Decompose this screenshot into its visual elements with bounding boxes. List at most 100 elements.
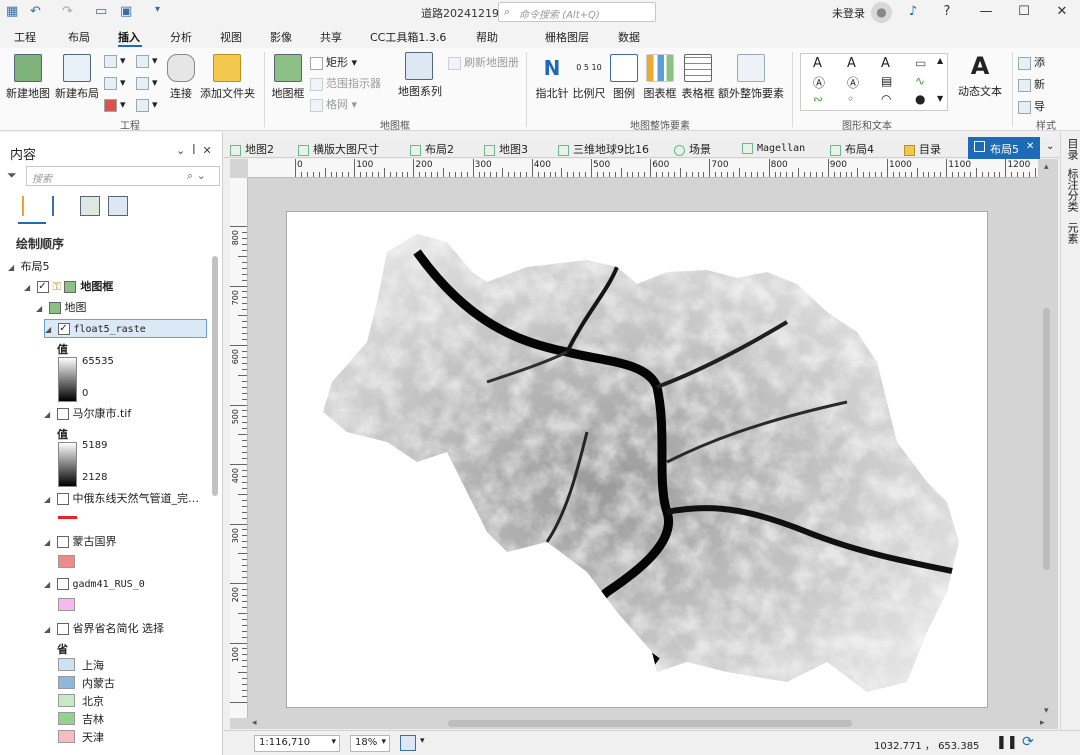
chart-frame-button[interactable]: 图表框	[642, 54, 678, 101]
save-icon[interactable]: ▣	[120, 4, 132, 19]
extent-indicator-button[interactable]: 范围指示器	[310, 75, 381, 91]
user-avatar-icon[interactable]: ●	[871, 2, 892, 23]
command-search-input[interactable]: ⌕ 命令搜索 (Alt+Q)	[498, 2, 656, 22]
doc-tab-landscape-size[interactable]: 横版大图尺寸	[298, 141, 379, 157]
legend-button[interactable]: 图例	[610, 54, 638, 101]
rectangle-graphic-icon[interactable]: ▭	[915, 56, 926, 70]
toolbox-button[interactable]: ▾	[104, 76, 126, 90]
scale-bar-button[interactable]: 0 5 10 比例尺	[572, 54, 606, 101]
layer-visibility-checkbox[interactable]	[56, 536, 69, 548]
notification-bell-icon[interactable]: ♪	[901, 2, 925, 22]
refresh-map-series-button[interactable]: 刷新地图册	[448, 54, 519, 70]
filter-icon[interactable]: ⏷	[7, 168, 17, 183]
doc-tab-globe-9x16[interactable]: 三维地球9比16	[558, 141, 649, 157]
contents-scrollbar[interactable]	[212, 256, 218, 496]
wave-graphic-icon[interactable]: ∾	[813, 92, 823, 106]
dock-tab-label-classes[interactable]: 标注分类	[1064, 168, 1080, 212]
tab-imagery[interactable]: 影像	[270, 29, 292, 45]
collapse-icon[interactable]: ◢	[44, 580, 53, 589]
tree-map-node[interactable]: ◢ 地图	[36, 299, 87, 315]
contents-search-input[interactable]: 搜索 ⌕ ⌄	[26, 166, 220, 186]
import-style-button[interactable]: 导	[1018, 98, 1045, 114]
tab-layout[interactable]: 布局	[68, 29, 90, 45]
doc-tab-scene[interactable]: 场景	[674, 141, 711, 157]
customize-quick-access-icon[interactable]: ▾	[155, 4, 160, 15]
pin-icon[interactable]: ꟾ	[192, 144, 202, 157]
scroll-down-icon[interactable]: ▾	[1044, 706, 1049, 716]
layer-visibility-checkbox[interactable]: ✓	[57, 323, 70, 335]
map-frame-button[interactable]: 地图框	[270, 54, 306, 101]
scroll-left-icon[interactable]: ◂	[252, 718, 257, 728]
layer-maerkang[interactable]: ◢ 马尔康市.tif	[44, 405, 131, 421]
tab-close-icon[interactable]: ✕	[1026, 141, 1034, 152]
import-button[interactable]: ▾	[136, 76, 158, 90]
doc-tab-catalog[interactable]: 目录	[904, 141, 941, 157]
tab-view[interactable]: 视图	[220, 29, 242, 45]
undo-icon[interactable]: ↶	[30, 4, 41, 19]
arc-graphic-icon[interactable]: ◠	[881, 92, 891, 106]
redo-icon[interactable]: ↷	[62, 4, 73, 19]
tab-insert[interactable]: 插入	[118, 29, 140, 45]
close-button[interactable]: ✕	[1050, 2, 1074, 22]
tab-cc-toolbox[interactable]: CC工具箱1.3.6	[370, 29, 446, 45]
maximize-button[interactable]: ☐	[1012, 2, 1036, 22]
doc-tab-layout4[interactable]: 布局4	[830, 141, 874, 157]
layer-visibility-checkbox[interactable]	[56, 493, 69, 505]
style-button[interactable]: ▾	[136, 98, 158, 112]
tab-data[interactable]: 数据	[618, 29, 640, 45]
zoom-selector[interactable]: 18% ▾	[350, 735, 390, 752]
pane-close-icon[interactable]: ✕	[202, 144, 218, 157]
collapse-icon[interactable]: ◢	[44, 495, 53, 504]
circle-text-icon[interactable]: Ⓐ	[813, 74, 825, 91]
help-icon[interactable]: ?	[935, 2, 959, 22]
tab-raster-layer[interactable]: 栅格图层	[545, 29, 589, 45]
layer-visibility-checkbox[interactable]	[56, 408, 69, 420]
add-item-button[interactable]: ▾	[136, 54, 158, 68]
refresh-icon[interactable]: ⟳	[1022, 734, 1034, 750]
add-folder-button[interactable]: 添加文件夹	[200, 54, 255, 101]
new-style-button[interactable]: 新	[1018, 76, 1045, 92]
sign-in-status[interactable]: 未登录	[832, 5, 865, 21]
pause-drawing-icon[interactable]: ❚❚	[996, 735, 1018, 750]
editing-view-icon[interactable]	[108, 196, 128, 216]
line-graphic-icon[interactable]: ∿	[915, 74, 925, 88]
curved-text-icon[interactable]: Ⓐ	[847, 74, 859, 91]
layer-gadm[interactable]: ◢ gadm41_RUS_0	[44, 577, 145, 590]
doc-tab-map2[interactable]: 地图2	[230, 141, 274, 157]
new-map-button[interactable]: 新建地图	[6, 54, 50, 101]
tab-share[interactable]: 共享	[320, 29, 342, 45]
gallery-scroll-up-icon[interactable]: ▲	[937, 56, 943, 65]
collapse-icon[interactable]: ◢	[44, 410, 53, 419]
layer-visibility-checkbox[interactable]	[56, 623, 69, 635]
layer-provinces[interactable]: ◢ 省界省名简化 选择	[44, 620, 164, 636]
connect-button[interactable]: 连接	[166, 54, 196, 101]
doc-tab-layout2[interactable]: 布局2	[410, 141, 454, 157]
new-report-button[interactable]: ▾	[104, 54, 126, 68]
collapse-icon[interactable]: ◢	[44, 625, 53, 634]
minimize-button[interactable]: —	[974, 2, 998, 22]
task-button[interactable]: ▾	[104, 98, 126, 112]
tab-project[interactable]: 工程	[14, 29, 36, 45]
doc-tab-map3[interactable]: 地图3	[484, 141, 528, 157]
extra-surrounds-button[interactable]: 额外整饰要素	[718, 54, 784, 101]
dem-raster-map[interactable]	[287, 212, 989, 709]
tab-help[interactable]: 帮助	[476, 29, 498, 45]
doc-tab-layout5[interactable]: 布局5 ✕	[968, 137, 1040, 159]
layer-visibility-checkbox[interactable]	[56, 578, 69, 590]
graphics-gallery[interactable]: A A A ▭ Ⓐ Ⓐ ▤ ∿ ∾ ◦ ◠ ● ▲ ▼	[800, 53, 948, 111]
image-graphic-icon[interactable]: ▤	[881, 74, 892, 88]
rectangle-button[interactable]: 矩形 ▾	[310, 54, 357, 70]
tab-list-dropdown-icon[interactable]: ⌄	[1046, 141, 1054, 152]
tree-layout-node[interactable]: ◢ 布局5	[8, 258, 50, 274]
selection-view-icon[interactable]	[80, 196, 100, 216]
dock-tab-catalog[interactable]: 目录	[1064, 138, 1080, 160]
vertical-scrollbar[interactable]	[1043, 308, 1050, 570]
text-graphic-icon[interactable]: A	[813, 56, 822, 71]
drawing-order-view-icon[interactable]	[22, 196, 42, 216]
dock-tab-elements[interactable]: 元素	[1064, 222, 1080, 244]
tree-map-frame-node[interactable]: ◢ ✓ ⚿ 地图框	[24, 278, 113, 294]
point-graphic-icon[interactable]: ◦	[847, 92, 854, 106]
scale-selector[interactable]: 1:116,710 ▾	[254, 735, 340, 752]
callout-graphic-icon[interactable]: A	[847, 56, 856, 71]
layer-pipeline[interactable]: ◢ 中俄东线天然气管道_完…	[44, 490, 199, 506]
